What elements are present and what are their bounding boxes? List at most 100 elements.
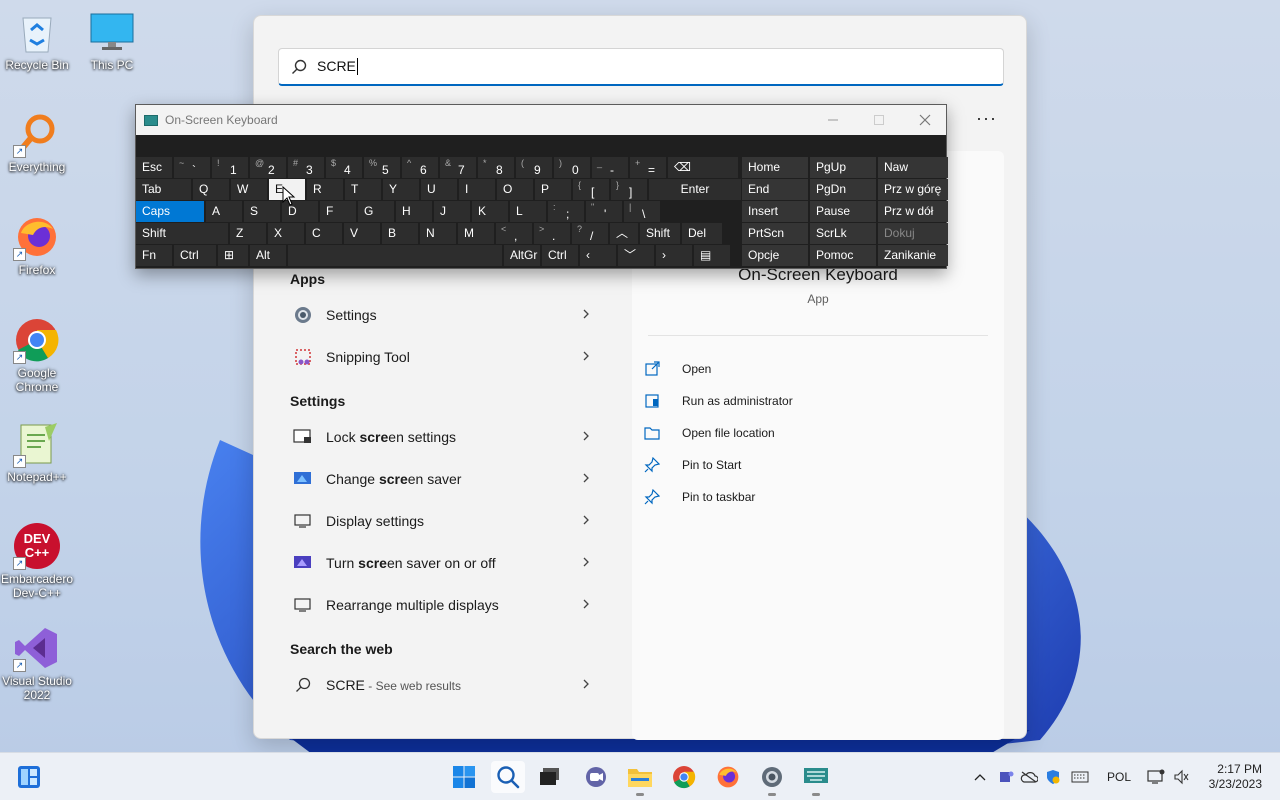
osk-key[interactable]: Y [383,179,419,200]
osk-key[interactable]: ‹ [580,245,616,266]
osk-key[interactable]: & 7 [440,157,476,178]
tray-volume-icon[interactable] [1170,753,1192,800]
osk-key[interactable]: ~ ` [174,157,210,178]
action-open-file-location[interactable]: Open file location [642,417,793,449]
osk-key[interactable]: @2 [250,157,286,178]
osk-key[interactable]: Ctrl [174,245,216,266]
osk-nav-key[interactable]: Opcje [742,245,808,266]
osk-key[interactable]: I [459,179,495,200]
tray-display-icon[interactable] [1144,753,1168,800]
osk-key[interactable]: C [306,223,342,244]
osk-key[interactable]: ^ 6 [402,157,438,178]
osk-key[interactable]: V [344,223,380,244]
taskbar-search-button[interactable] [491,761,525,793]
osk-key[interactable]: $4 [326,157,362,178]
action-run-as-admin[interactable]: Run as administrator [642,385,793,417]
osk-key[interactable]: ? / [572,223,608,244]
osk-key[interactable]: ﹀ [618,245,654,266]
osk-key[interactable]: * 8 [478,157,514,178]
tray-keyboard-icon[interactable] [1068,753,1092,800]
osk-key[interactable]: F [320,201,356,222]
osk-key[interactable]: Shift [136,223,228,244]
osk-key[interactable]: A [206,201,242,222]
more-options-button[interactable]: ··· [976,108,997,129]
osk-key[interactable]: " ' [586,201,622,222]
desktop-icon-recycle-bin[interactable]: Recycle Bin [0,8,74,72]
osk-nav-key[interactable]: End [742,179,808,200]
osk-key[interactable]: <, [496,223,532,244]
osk-key[interactable]: }] [611,179,647,200]
desktop-icon-firefox[interactable]: ↗ Firefox [0,213,74,277]
osk-nav-key[interactable]: Zanikanie [878,245,948,266]
osk-key[interactable]: :; [548,201,584,222]
osk-key[interactable]: + = [630,157,666,178]
osk-key[interactable]: Shift [640,223,680,244]
osk-key[interactable]: O [497,179,533,200]
osk-key[interactable]: Q [193,179,229,200]
osk-key[interactable]: ⊞ [218,245,248,266]
osk-key[interactable]: Enter [649,179,741,200]
action-pin-to-taskbar[interactable]: Pin to taskbar [642,481,793,513]
desktop-icon-devcpp[interactable]: DEV C++ ↗ Embarcadero Dev-C++ [0,522,74,600]
osk-key[interactable]: R [307,179,343,200]
osk-key[interactable]: (9 [516,157,552,178]
osk-key[interactable]: ︿ [610,223,638,244]
taskbar-clock[interactable]: 2:17 PM 3/23/2023 [1209,762,1262,792]
result-rearrange-displays[interactable]: Rearrange multiple displays [278,584,618,626]
osk-taskbar-button[interactable] [799,761,833,796]
osk-key[interactable]: N [420,223,456,244]
chat-button[interactable] [579,761,613,793]
desktop-icon-this-pc[interactable]: This PC [75,8,149,72]
result-change-screen-saver[interactable]: Change screen saver [278,458,618,500]
osk-key[interactable]: S [244,201,280,222]
osk-key[interactable]: U [421,179,457,200]
osk-key[interactable]: _ - [592,157,628,178]
settings-taskbar-button[interactable] [755,761,789,796]
osk-key[interactable]: Del [682,223,722,244]
osk-key[interactable]: T [345,179,381,200]
tray-onedrive-icon[interactable] [1018,753,1040,800]
result-turn-screen-saver[interactable]: Turn screen saver on or off [278,542,618,584]
osk-key[interactable]: L [510,201,546,222]
osk-nav-key[interactable]: PgUp [810,157,876,178]
osk-key[interactable]: J [434,201,470,222]
osk-key[interactable] [288,245,502,266]
osk-key[interactable]: Esc [136,157,172,178]
osk-key[interactable]: Caps [136,201,204,222]
osk-key[interactable]: % 5 [364,157,400,178]
action-open[interactable]: Open [642,353,793,385]
osk-key[interactable]: | \ [624,201,660,222]
osk-nav-key[interactable]: Naw [878,157,948,178]
osk-key[interactable]: M [458,223,494,244]
osk-key[interactable]: P [535,179,571,200]
minimize-button[interactable] [810,105,856,135]
chrome-taskbar-button[interactable] [667,761,701,793]
show-hidden-icons-button[interactable] [970,753,990,800]
desktop-icon-notepadpp[interactable]: ↗ Notepad++ [0,420,74,484]
result-snipping-tool[interactable]: Snipping Tool [278,336,618,378]
osk-nav-key[interactable]: Home [742,157,808,178]
result-settings[interactable]: Settings [278,294,618,336]
osk-key[interactable]: X [268,223,304,244]
osk-key[interactable]: B [382,223,418,244]
osk-key[interactable]: G [358,201,394,222]
desktop-icon-everything[interactable]: ↗ Everything [0,110,74,174]
osk-nav-key[interactable]: PgDn [810,179,876,200]
task-view-button[interactable] [533,761,567,793]
osk-key[interactable]: {[ [573,179,609,200]
osk-key[interactable]: W [231,179,267,200]
maximize-button[interactable] [856,105,902,135]
osk-nav-key[interactable]: Insert [742,201,808,222]
desktop-icon-visual-studio[interactable]: ↗ Visual Studio 2022 [0,624,74,702]
result-display-settings[interactable]: Display settings [278,500,618,542]
osk-key[interactable]: H [396,201,432,222]
osk-nav-key[interactable]: Pomoc [810,245,876,266]
osk-key[interactable]: Fn [136,245,172,266]
widgets-button[interactable] [12,761,46,793]
osk-key[interactable]: ⌫ [668,157,738,178]
firefox-taskbar-button[interactable] [711,761,745,793]
desktop-icon-google-chrome[interactable]: ↗ Google Chrome [0,316,74,394]
osk-nav-key[interactable]: Prz w dół [878,201,948,222]
osk-key[interactable]: >. [534,223,570,244]
result-web-search[interactable]: SCRE - See web results [278,664,618,706]
